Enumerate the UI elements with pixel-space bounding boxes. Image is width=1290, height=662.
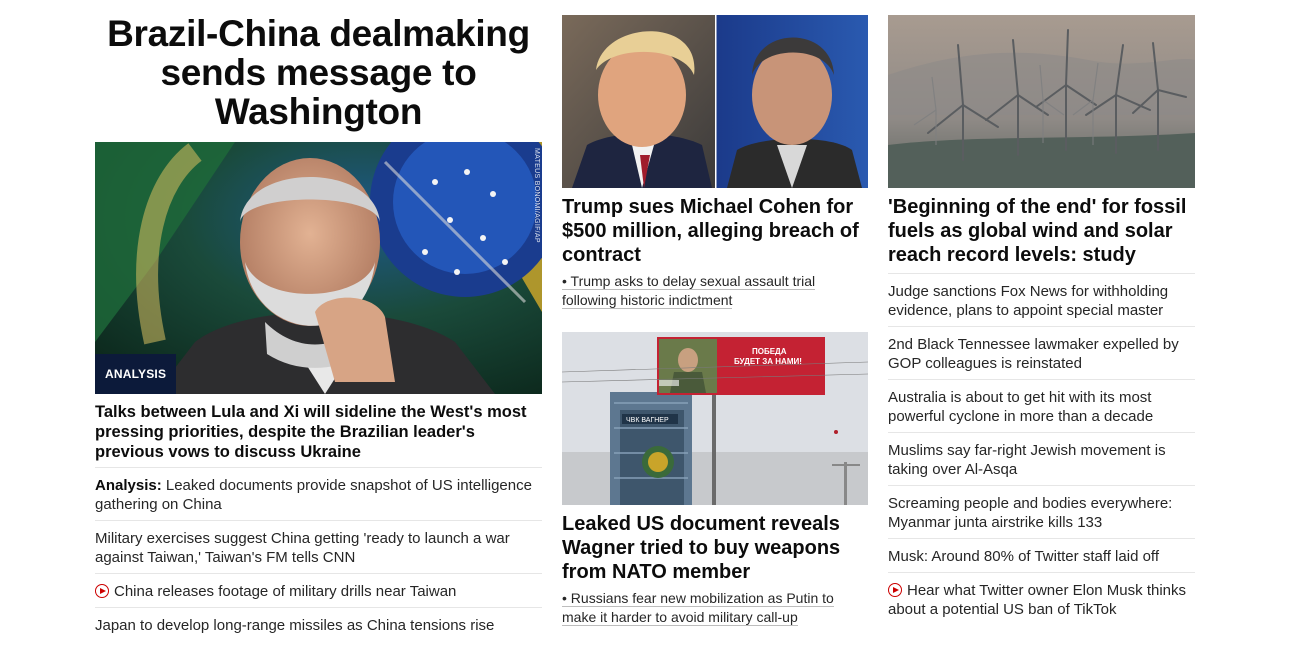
right-list-item-myanmar[interactable]: Screaming people and bodies everywhere: … — [888, 485, 1195, 538]
right-list-item-cyclone[interactable]: Australia is about to get hit with its m… — [888, 379, 1195, 432]
related-item-text: China releases footage of military drill… — [114, 583, 457, 600]
analysis-badge: ANALYSIS — [95, 354, 177, 394]
wind-turbines-image — [888, 15, 1195, 188]
right-list-item-text: Hear what Twitter owner Elon Musk thinks… — [888, 582, 1187, 618]
russia-mobilization-link-text: • Russians fear new mobilization as Puti… — [562, 590, 834, 626]
right-list-item-tennessee[interactable]: 2nd Black Tennessee lawmaker expelled by… — [888, 326, 1195, 379]
related-item-text: Japan to develop long-range missiles as … — [95, 617, 495, 634]
trump-trial-link-text: • Trump asks to delay sexual assault tri… — [562, 273, 816, 309]
wagner-headline[interactable]: Leaked US document reveals Wagner tried … — [562, 512, 868, 584]
wagner-billboard-image: ЧВК ВАГНЕР ПОБЕДА БУДЕТ ЗА НАМИ! — [562, 332, 868, 505]
right-list-item-text: Screaming people and bodies everywhere: … — [888, 495, 1173, 531]
hero-subheadline[interactable]: Talks between Lula and Xi will sideline … — [95, 402, 542, 462]
trump-cohen-photo[interactable] — [562, 15, 868, 188]
trump-trial-link[interactable]: • Trump asks to delay sexual assault tri… — [562, 272, 868, 310]
right-list-item-fox[interactable]: Judge sanctions Fox News for withholding… — [888, 273, 1195, 326]
play-video-icon — [95, 584, 109, 598]
photo-credit: MATEUS BONOMI/AGIF/AP — [533, 148, 540, 243]
billboard-line-1: ПОБЕДА — [752, 347, 787, 356]
related-item-text: Military exercises suggest China getting… — [95, 530, 510, 566]
right-list-item-musk-video[interactable]: Hear what Twitter owner Elon Musk thinks… — [888, 572, 1195, 625]
russia-mobilization-link[interactable]: • Russians fear new mobilization as Puti… — [562, 589, 868, 627]
main-headline[interactable]: Brazil-China dealmaking sends message to… — [95, 14, 542, 131]
fossil-fuels-headline[interactable]: 'Beginning of the end' for fossil fuels … — [888, 195, 1195, 267]
lula-photo[interactable]: MATEUS BONOMI/AGIF/AP ANALYSIS — [95, 142, 542, 394]
trump-cohen-headline[interactable]: Trump sues Michael Cohen for $500 millio… — [562, 195, 868, 267]
right-headlines-list: Judge sanctions Fox News for withholding… — [888, 273, 1195, 625]
related-item-japan[interactable]: Japan to develop long-range missiles as … — [95, 607, 542, 641]
wind-turbines-photo[interactable] — [888, 15, 1195, 188]
related-item-analysis[interactable]: Analysis: Leaked documents provide snaps… — [95, 467, 542, 520]
play-video-icon — [888, 583, 902, 597]
related-item-video[interactable]: China releases footage of military drill… — [95, 573, 542, 607]
right-list-item-text: Muslims say far-right Jewish movement is… — [888, 442, 1166, 478]
right-list-item-al-asqa[interactable]: Muslims say far-right Jewish movement is… — [888, 432, 1195, 485]
right-list-item-musk-staff[interactable]: Musk: Around 80% of Twitter staff laid o… — [888, 538, 1195, 572]
related-list: Analysis: Leaked documents provide snaps… — [95, 467, 542, 641]
right-list-item-text: Musk: Around 80% of Twitter staff laid o… — [888, 548, 1159, 565]
analysis-prefix: Analysis: — [95, 477, 162, 494]
right-list-item-text: 2nd Black Tennessee lawmaker expelled by… — [888, 336, 1179, 372]
building-sign: ЧВК ВАГНЕР — [626, 417, 669, 424]
wagner-photo[interactable]: ЧВК ВАГНЕР ПОБЕДА БУДЕТ ЗА НАМИ! — [562, 332, 868, 505]
right-list-item-text: Australia is about to get hit with its m… — [888, 389, 1154, 425]
right-list-item-text: Judge sanctions Fox News for withholding… — [888, 283, 1169, 319]
related-item-taiwan[interactable]: Military exercises suggest China getting… — [95, 520, 542, 573]
trump-cohen-image — [562, 15, 868, 188]
